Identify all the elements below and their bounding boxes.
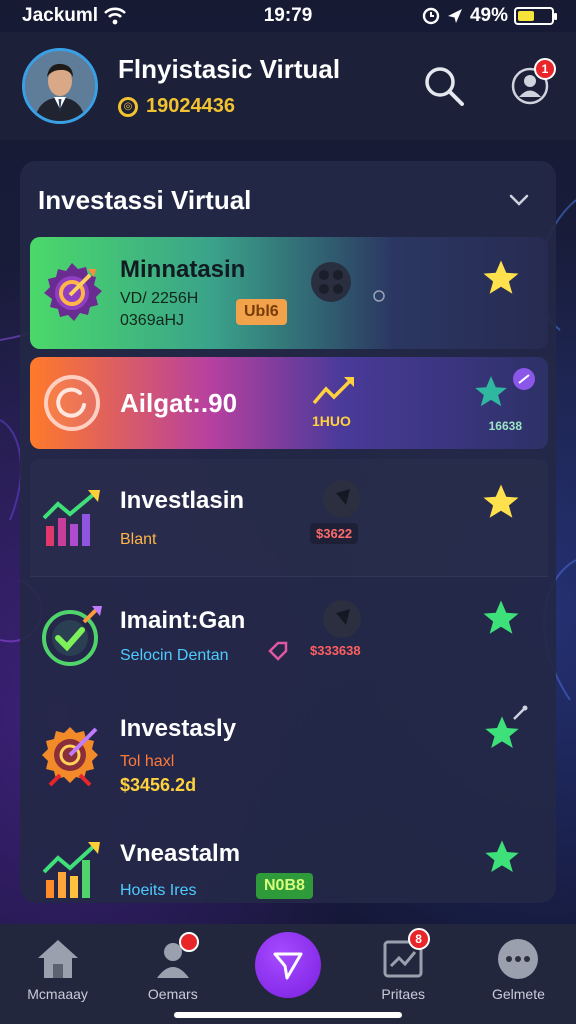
nav-label-more: Gelmete — [491, 986, 545, 1002]
investment-card-2[interactable]: Ailgat:.90 1HUO 16638 — [30, 357, 548, 449]
alarm-icon — [422, 7, 440, 25]
card-1-title: Minnatasin — [120, 256, 246, 283]
card-1-tag: Ubl6 — [236, 299, 287, 325]
row-2-mid: $333638 — [310, 643, 361, 658]
carrier-name: Jackuml — [22, 5, 99, 26]
header-balance: ◎ 19024436 — [118, 95, 340, 118]
profile-photo — [25, 51, 95, 121]
nav-item-documents[interactable]: 8 Pritaes — [346, 924, 461, 1024]
nav-item-more[interactable]: Gelmete — [461, 924, 576, 1024]
investment-row-2[interactable]: Imaint:Gan Selocin Dentan $333638 — [30, 577, 548, 695]
wifi-icon — [104, 7, 126, 25]
star-icon[interactable] — [480, 481, 522, 523]
investments-panel: Investassi Virtual Minnatasin VD/ 2256H … — [20, 161, 556, 903]
row-3-sub2: $3456.2d — [120, 774, 197, 795]
bottom-nav: Mcmaaay Oemars 8 Pritaes Gelmete — [0, 924, 576, 1024]
notification-badge: 1 — [534, 58, 556, 80]
search-button[interactable] — [420, 62, 468, 110]
row-4-tag: N0B8 — [256, 873, 313, 899]
row-4-title: Vneastalm — [120, 840, 241, 867]
row-4-sub: Hoeits Ires — [120, 882, 197, 899]
send-icon — [273, 952, 303, 980]
status-bar: Jackuml 19:79 49% — [0, 0, 576, 32]
ring-icon — [44, 375, 100, 431]
row-3-sub: Tol haxl — [120, 752, 175, 770]
nav-item-users[interactable]: Oemars — [115, 924, 230, 1024]
trend-up-icon — [312, 377, 354, 405]
target-gear-icon — [44, 263, 102, 321]
card-1-line1: VD/ 2256H — [120, 290, 199, 307]
battery-level — [518, 11, 534, 21]
panel-title: Investassi Virtual — [38, 184, 252, 215]
star-badge-icon — [475, 376, 507, 407]
star-icon[interactable] — [480, 257, 522, 299]
investment-row-4[interactable]: Vneastalm Hoeits Ires N0B8 — [30, 815, 548, 925]
star-icon[interactable] — [480, 597, 522, 639]
compass-icon — [323, 600, 361, 638]
location-icon — [447, 9, 462, 23]
notifications-button[interactable]: 1 — [506, 58, 556, 110]
card-1-line2: 0369aHJ — [120, 312, 185, 329]
sparkle-icon — [513, 705, 528, 720]
nav-documents-badge: 8 — [407, 928, 430, 950]
home-indicator[interactable] — [174, 1012, 402, 1018]
row-2-sub: Selocin Dentan — [120, 647, 229, 664]
tag-icon — [268, 641, 288, 661]
row-1-sub: Blant — [120, 530, 157, 548]
card-2-title: Ailgat:.90 — [120, 387, 238, 418]
avatar[interactable] — [22, 48, 98, 124]
app-header: Flnyistasic Virtual ◎ 19024436 1 — [0, 32, 576, 140]
search-icon — [425, 67, 464, 106]
card-2-right: 16638 — [488, 419, 522, 433]
percent-badge-icon — [513, 368, 535, 390]
nav-label-documents: Pritaes — [381, 986, 425, 1002]
bar-chart-icon — [42, 842, 100, 898]
nav-label-home: Mcmaaay — [27, 986, 88, 1002]
investment-row-1[interactable]: Investlasin Blant $3622 — [30, 459, 548, 577]
growth-chart-icon — [42, 489, 100, 546]
header-title: Flnyistasic Virtual — [118, 54, 341, 84]
star-icon[interactable] — [482, 837, 522, 877]
home-icon — [37, 940, 78, 978]
battery-icon — [514, 7, 557, 25]
nav-item-send[interactable] — [230, 924, 345, 1024]
more-icon — [498, 939, 539, 979]
card-2-mid: 1HUO — [312, 413, 351, 429]
battery-percent: 49% — [469, 5, 508, 26]
chevron-down-icon[interactable] — [508, 193, 530, 207]
check-badge-icon — [42, 606, 102, 666]
investment-card-1[interactable]: Minnatasin VD/ 2256H 0369aHJ Ubl6 — [30, 237, 548, 349]
target-badge-icon — [42, 727, 98, 787]
row-1-title: Investlasin — [120, 486, 245, 514]
nav-label-users: Oemars — [147, 986, 198, 1002]
row-2-title: Imaint:Gan — [120, 607, 246, 634]
dot-indicator-icon — [373, 290, 385, 302]
investment-row-3[interactable]: Investasly Tol haxl $3456.2d — [30, 695, 548, 815]
compass-icon — [323, 480, 361, 518]
row-1-mid: $3622 — [310, 523, 359, 544]
coin-icon: ◎ — [118, 96, 138, 117]
balance-value: 19024436 — [146, 95, 235, 117]
nav-users-badge — [179, 932, 200, 952]
row-3-title: Investasly — [120, 714, 237, 742]
nav-item-home[interactable]: Mcmaaay — [0, 924, 115, 1024]
globe-icon — [311, 262, 351, 302]
send-button[interactable] — [255, 932, 321, 998]
